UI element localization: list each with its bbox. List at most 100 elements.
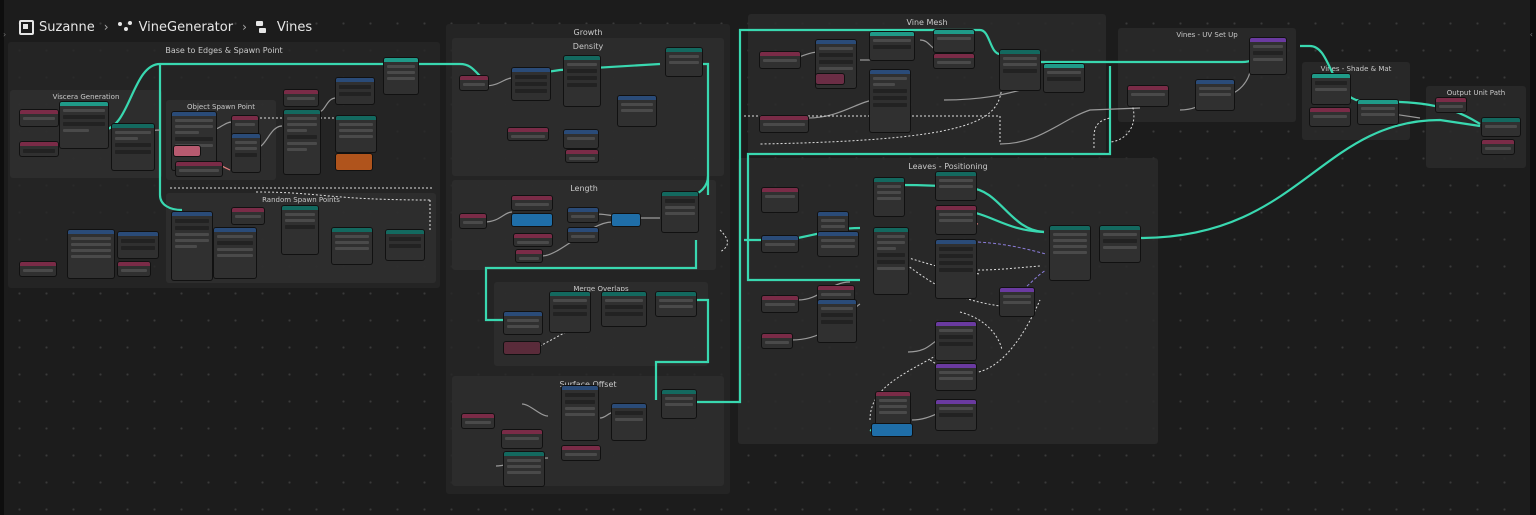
node-curve-circle[interactable] [934,30,974,52]
node-delete-geometry[interactable] [666,48,702,76]
node-subtract[interactable] [568,228,598,242]
node-frame-note[interactable] [336,154,372,170]
node-group-input-vine-thickness[interactable] [760,116,808,132]
node-distribute[interactable] [332,228,372,264]
node-combine-xyz[interactable] [1196,80,1234,110]
node-merge-by-distance[interactable] [602,292,646,326]
node-group-input-random[interactable] [20,262,56,276]
node-mesh-line[interactable] [68,230,114,278]
node-curve-to-mesh-merge[interactable] [504,312,542,334]
breadcrumb-node-tree[interactable]: Vines [253,19,315,36]
node-group-input-resolution[interactable] [760,52,800,68]
node-compare[interactable] [564,130,598,148]
node-set-curve-radius[interactable] [564,56,600,106]
expand-right-icon[interactable]: ‹ [1530,30,1533,39]
node-set-position[interactable] [284,110,320,174]
node-math-multiply[interactable] [936,400,976,430]
node-equal[interactable] [232,134,260,172]
node-group-input-seed-leaves[interactable] [762,334,792,348]
node-editor-canvas[interactable]: › ‹ Suzanne › VineGenerator › Vines Base… [0,0,1536,515]
node-shortest-edge-paths[interactable] [336,116,376,152]
breadcrumb-modifier[interactable]: VineGenerator [115,19,236,36]
node-group-input-lmax[interactable] [514,234,552,246]
node-edge-paths-to-curves[interactable] [384,58,418,94]
frame-title: Random Spawn Points [262,196,340,204]
node-group-input-output[interactable] [1436,98,1466,112]
node-group-input-length[interactable] [460,214,486,228]
node-separate[interactable] [112,124,154,170]
node-map-range-selected[interactable] [612,214,640,226]
node-set-position-offset[interactable] [662,390,696,418]
node-set-shade-smooth-mat[interactable] [1312,74,1350,104]
node-math-add[interactable] [936,364,976,390]
node-random-rotation[interactable] [936,240,976,298]
frame-title: Viscera Generation [52,93,120,101]
node-sample-nearest-surface[interactable] [504,452,544,486]
node-vector-math[interactable] [562,386,598,440]
node-group-input-density[interactable] [460,76,488,90]
node-spline-parameter[interactable] [1128,86,1168,106]
node-normal[interactable] [502,430,542,448]
node-separate-geometry[interactable] [618,96,656,126]
node-group-input-max[interactable] [566,150,598,162]
breadcrumb-object-label: Suzanne [39,19,95,35]
node-object-info-selected[interactable] [174,146,200,156]
node-instance-on-points[interactable] [1050,226,1090,280]
node-random-value-int[interactable] [172,212,212,280]
frame-title: Output Unit Path [1446,89,1506,97]
node-value[interactable] [20,142,58,156]
node-store-named-attribute[interactable] [1250,38,1286,74]
node-mesh-to-curve[interactable] [60,102,108,148]
node-random-scale[interactable] [936,322,976,360]
node-random-value-leaf-selected[interactable] [872,424,912,436]
node-group-input-seed[interactable] [118,262,150,276]
node-curve-to-points[interactable] [874,228,908,294]
node-sample-index[interactable] [214,228,256,278]
node-points[interactable] [282,206,318,254]
node-index[interactable] [232,116,258,136]
node-float-curve[interactable] [512,68,550,100]
node-round[interactable] [818,232,858,256]
node-group-input-min-density[interactable] [508,128,548,140]
node-group-input-material[interactable] [1310,108,1350,126]
node-group-output[interactable] [1482,140,1514,154]
node-multiply[interactable] [568,208,598,222]
node-group-input-density-leaves[interactable] [762,296,798,312]
node-group-input-leaves[interactable] [762,188,798,212]
node-random-value[interactable] [336,78,374,104]
node-group-input-offset[interactable] [562,446,600,460]
node-scale[interactable] [612,404,646,440]
node-position-red[interactable] [816,74,844,84]
node-group-input-thickness[interactable] [934,54,974,68]
node-join-geometry-output[interactable] [1482,118,1520,136]
node-set-material[interactable] [1358,100,1398,124]
node-float-curve-radius[interactable] [870,70,910,132]
expand-left-icon[interactable]: › [3,30,6,39]
node-join-geometry-spawn[interactable] [386,230,424,260]
node-group-input-surface[interactable] [462,414,494,428]
node-random-bool[interactable] [818,300,856,342]
node-set-curve-tilt[interactable] [870,32,914,60]
node-resample[interactable] [550,292,590,332]
node-realize-instances[interactable] [1100,226,1140,262]
node-resample-leaves[interactable] [874,178,904,216]
node-group-input-spawns[interactable] [232,208,264,224]
node-points-leaves[interactable] [936,172,976,200]
node-multiply-scale[interactable] [1000,288,1034,316]
node-add[interactable] [118,232,158,258]
node-group-input[interactable] [20,110,58,126]
node-curve-to-mesh[interactable] [1000,50,1040,90]
node-group-input-b[interactable] [284,90,318,106]
node-instance-on-points-red[interactable] [936,206,976,234]
node-group-input-spawn[interactable] [176,162,222,176]
node-merge-by-distance-selected[interactable] [504,342,540,354]
node-set-shade-smooth[interactable] [1044,64,1084,92]
node-random-value-selected[interactable] [512,214,552,226]
node-trim-curve[interactable] [662,192,698,232]
node-group-input-leaf-scale[interactable] [876,392,910,428]
node-group-input-lmin[interactable] [512,196,552,210]
breadcrumb-object[interactable]: Suzanne [16,19,98,36]
node-group-input-lscale[interactable] [516,250,542,262]
node-mesh-to-curve-merge[interactable] [656,292,696,316]
node-curve-length[interactable] [762,236,798,252]
